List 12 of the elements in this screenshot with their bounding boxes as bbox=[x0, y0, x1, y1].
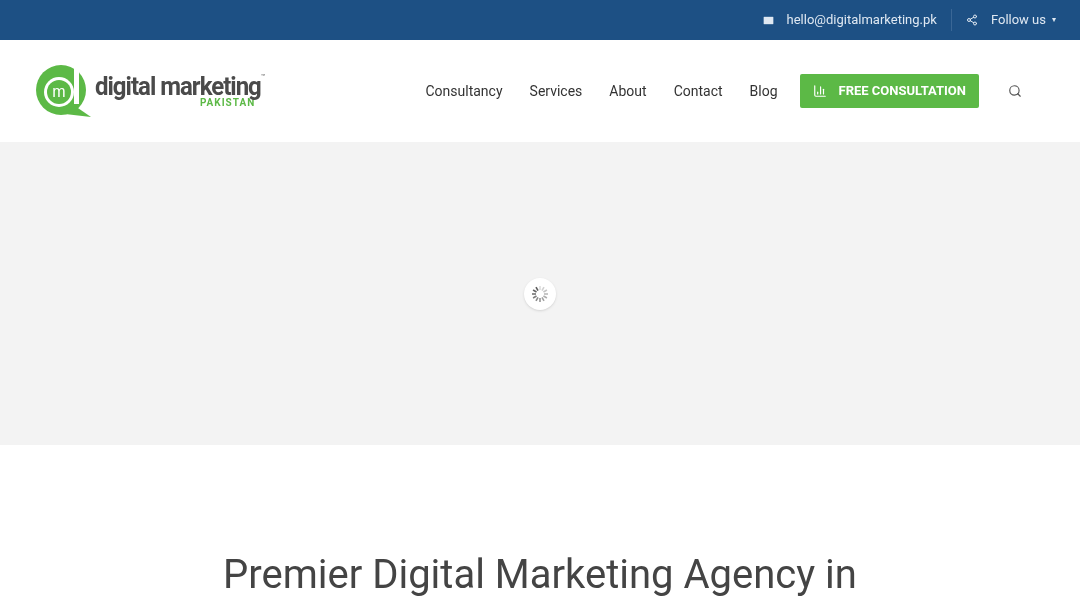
nav-link[interactable]: Services bbox=[529, 80, 583, 102]
logo-name: digital marketing bbox=[95, 72, 261, 100]
email-link[interactable]: hello@digitalmarketing.pk bbox=[786, 10, 937, 30]
share-icon bbox=[965, 14, 978, 26]
nav-link[interactable]: Blog bbox=[749, 80, 778, 102]
page-heading: Premier Digital Marketing Agency in bbox=[223, 555, 857, 595]
search-icon[interactable] bbox=[1008, 84, 1022, 98]
follow-us-link[interactable]: Follow us ▾ bbox=[990, 10, 1056, 30]
nav-link[interactable]: Contact bbox=[673, 80, 723, 102]
nav-link[interactable]: About bbox=[609, 80, 647, 102]
bar-chart-icon bbox=[812, 84, 827, 98]
nav-link[interactable]: Consultancy bbox=[425, 80, 503, 102]
